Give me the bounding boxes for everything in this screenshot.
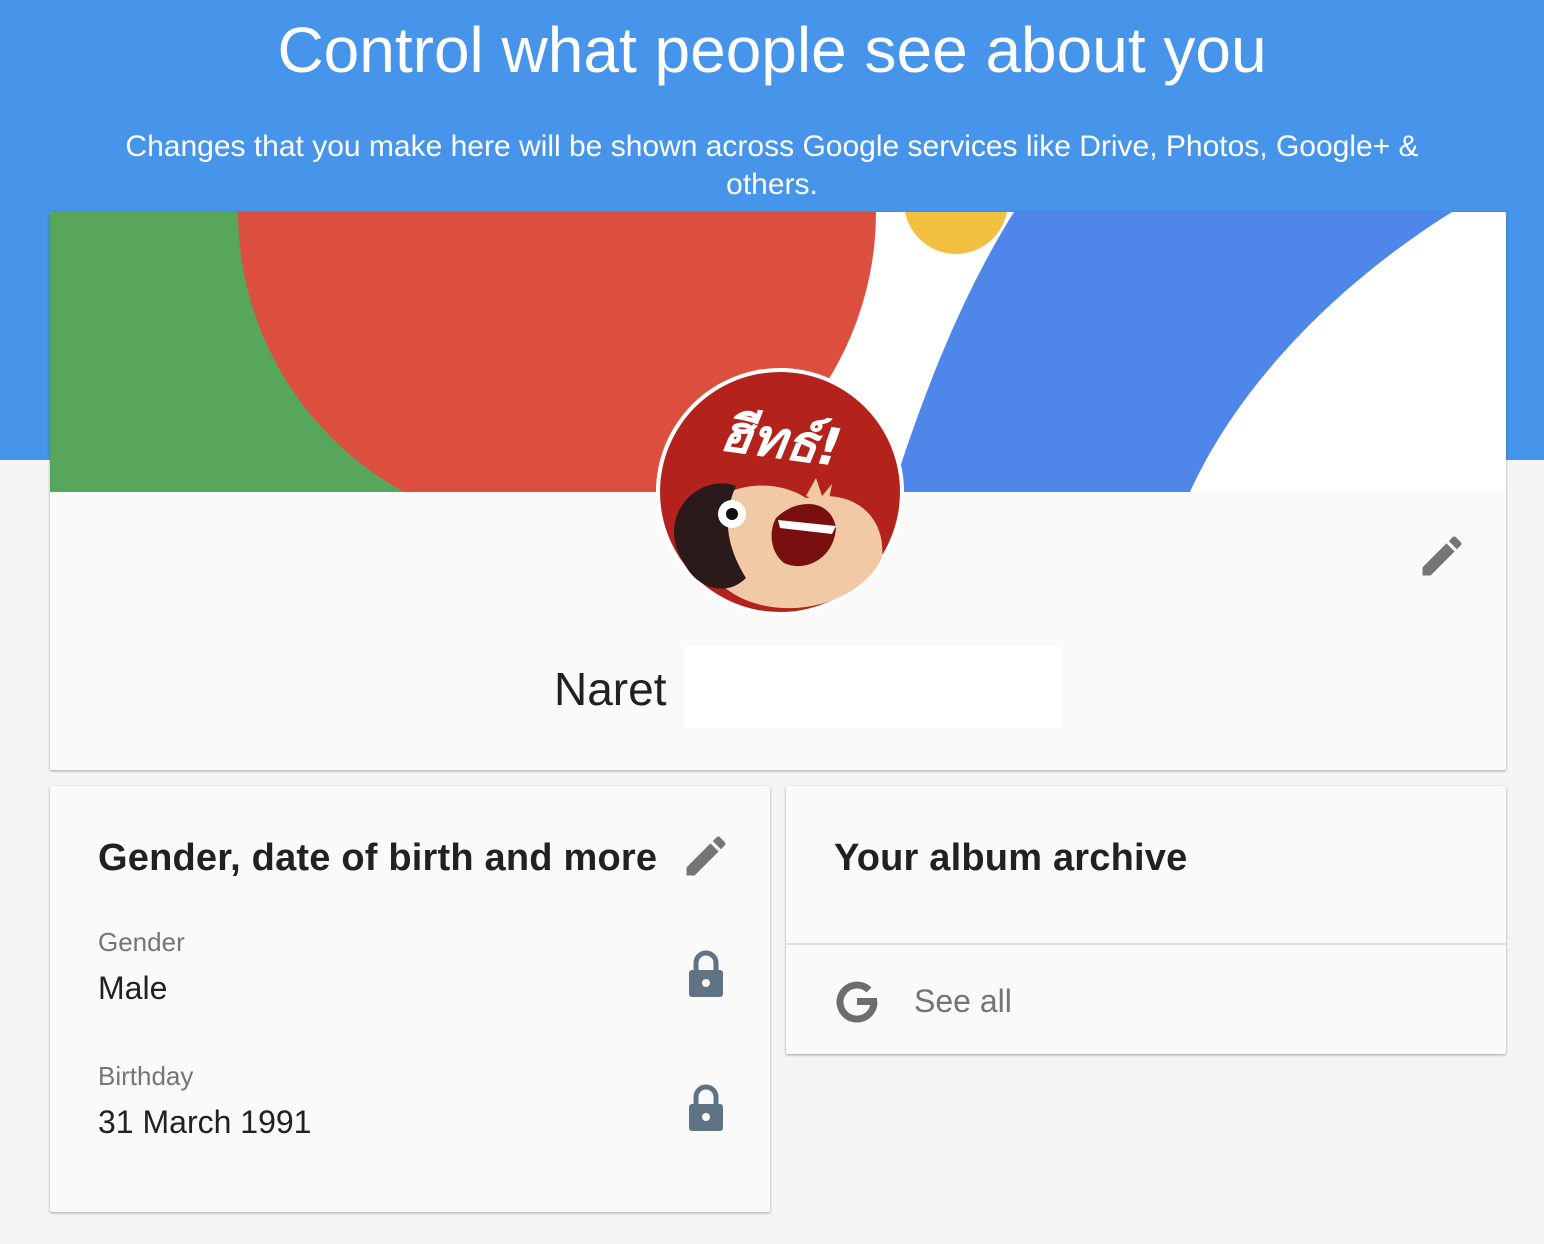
birthday-value: 31 March 1991 [98, 1104, 312, 1140]
see-all-link[interactable]: See all [786, 945, 1506, 1054]
see-all-label: See all [914, 983, 1012, 1019]
gender-label: Gender [98, 927, 185, 957]
edit-about-pencil-icon[interactable] [680, 830, 732, 882]
profile-name: Naret [554, 663, 667, 715]
page-subtitle: Changes that you make here will be shown… [125, 130, 1419, 201]
gender-value: Male [98, 970, 168, 1006]
page-title: Control what people see about you [277, 14, 1267, 86]
album-card: Your album archive See all [786, 786, 1506, 1054]
birthday-label: Birthday [98, 1061, 194, 1091]
birthday-lock-icon[interactable] [686, 1084, 726, 1132]
gender-lock-icon[interactable] [686, 950, 726, 998]
name-redaction [684, 646, 1062, 728]
profile-card: ฮีทธ์! Naret [50, 212, 1506, 770]
google-g-icon [834, 979, 880, 1025]
edit-profile-pencil-icon[interactable] [1416, 530, 1468, 582]
profile-avatar[interactable]: ฮีทธ์! [656, 368, 904, 616]
about-card-title: Gender, date of birth and more [98, 837, 658, 879]
album-card-title: Your album archive [834, 837, 1188, 879]
about-card: Gender, date of birth and more Gender Ma… [50, 786, 770, 1212]
